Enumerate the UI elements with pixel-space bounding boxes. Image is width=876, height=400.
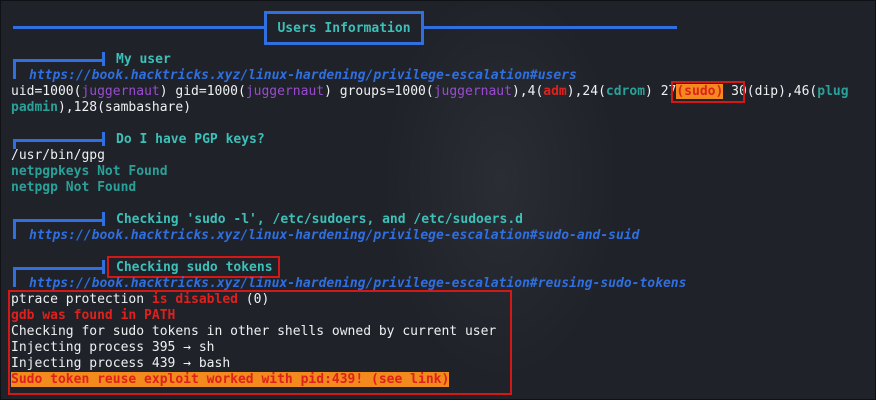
- sudo-tokens-output-highlight-box: [8, 290, 512, 395]
- sudo-tokens-heading-highlight-box: [107, 256, 280, 278]
- group-cdrom: cdrom: [605, 84, 646, 99]
- sudo-l-link[interactable]: https://book.hacktricks.xyz/linux-harden…: [29, 228, 639, 244]
- pgp-bracket-top: [13, 139, 105, 142]
- sudo-tokens-bracket-left: [13, 267, 16, 287]
- terminal-window[interactable]: Users Information My user https://book.h…: [0, 0, 876, 400]
- id-text: ) groups=1000(: [324, 84, 434, 99]
- title-rule-right: [423, 26, 677, 29]
- sudo-l-bracket-top: [13, 219, 105, 222]
- id-text: ): [645, 84, 661, 99]
- pgp-gpg-path: /usr/bin/gpg: [11, 148, 105, 163]
- id-text: ),24(: [566, 84, 606, 99]
- my-user-link[interactable]: https://book.hacktricks.xyz/linux-harden…: [29, 68, 577, 84]
- sudo-group-highlight-box: [671, 81, 745, 103]
- section-title: Users Information: [277, 20, 411, 36]
- id-username: juggernaut: [245, 84, 325, 99]
- section-title-box: Users Information: [264, 11, 424, 45]
- id-text: ) gid=1000(: [159, 84, 246, 99]
- group-plugdev: plug: [817, 84, 849, 99]
- my-user-bracket-left: [13, 59, 16, 79]
- pgp-netpgp: netpgp Not Found: [11, 180, 137, 195]
- id-text: uid=1000(: [11, 84, 82, 99]
- my-user-heading: My user: [116, 52, 171, 67]
- pgp-bracket-tick: [102, 132, 105, 146]
- id-output-line-2: padmin),128(sambashare): [11, 100, 191, 116]
- my-user-bracket-top: [13, 59, 105, 62]
- group-adm: adm: [543, 84, 567, 99]
- sudo-tokens-bracket-top: [13, 267, 105, 270]
- group-plugdev-cont: padmin: [11, 100, 58, 115]
- sudo-l-bracket-tick: [102, 212, 105, 226]
- id-text: ),128(sambashare): [57, 100, 192, 115]
- id-username: juggernaut: [433, 84, 512, 99]
- my-user-bracket-tick: [102, 52, 105, 66]
- title-rule-left: [13, 26, 265, 29]
- id-username: juggernaut: [81, 84, 160, 99]
- sudo-l-heading: Checking 'sudo -l', /etc/sudoers, and /e…: [116, 212, 523, 227]
- pgp-netpgpkeys: netpgpkeys Not Found: [11, 164, 168, 179]
- pgp-heading: Do I have PGP keys?: [116, 132, 265, 147]
- sudo-tokens-bracket-tick: [102, 260, 105, 274]
- sudo-l-bracket-left: [13, 219, 16, 239]
- id-text: ),4(: [511, 84, 544, 99]
